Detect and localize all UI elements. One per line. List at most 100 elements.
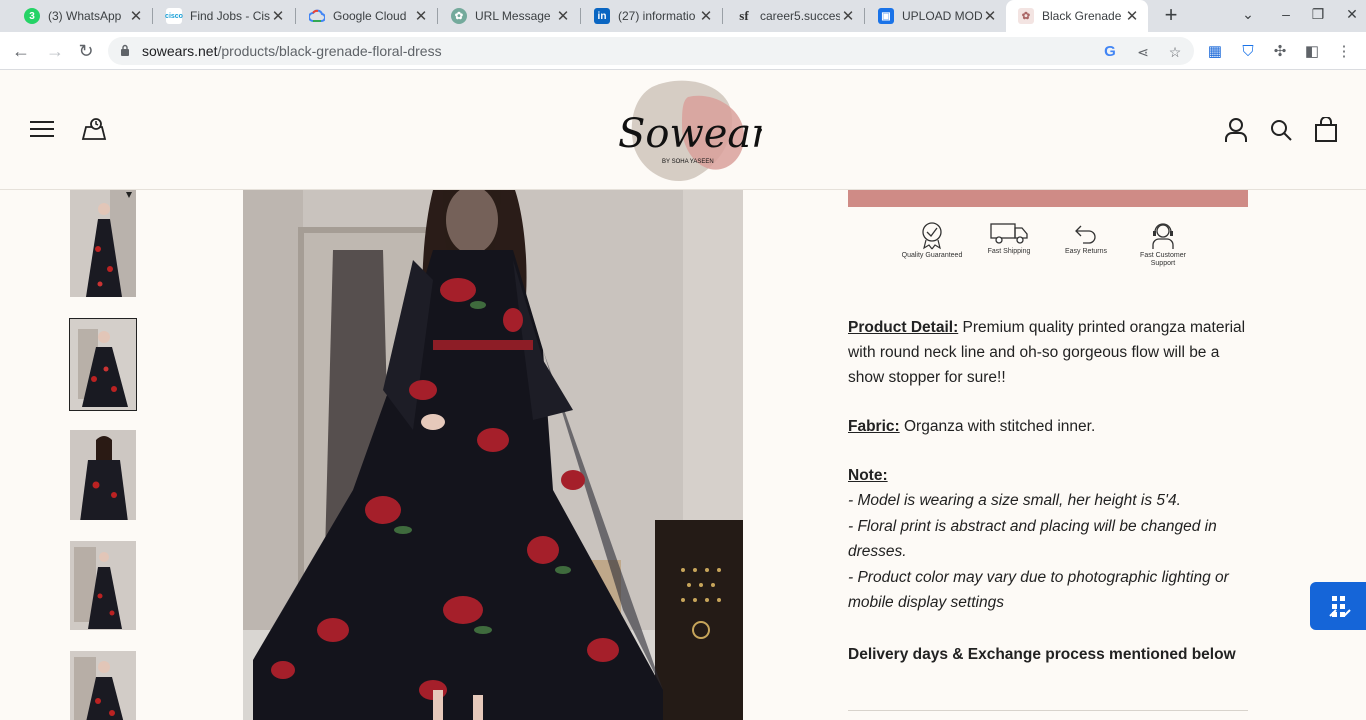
whatsapp-icon: 3 <box>24 8 40 24</box>
tab-title: Find Jobs - Cis <box>190 9 270 23</box>
order-tracking-icon[interactable] <box>80 115 108 143</box>
browser-tab[interactable]: ▣ UPLOAD MODI ✕ <box>866 0 1006 32</box>
sowears-logo[interactable]: Sowears BY SOHA YASEEN <box>612 77 762 185</box>
successfactors-icon: sf <box>739 8 749 23</box>
close-tab-icon[interactable]: ✕ <box>698 7 714 25</box>
lock-icon <box>121 44 129 56</box>
close-window-icon[interactable]: ✕ <box>1342 6 1362 23</box>
tab-title: (27) informatio <box>618 9 696 23</box>
browser-tab[interactable]: sf career5.succes ✕ <box>724 0 864 32</box>
product-thumbnail[interactable] <box>69 190 137 298</box>
badge-label: Quality Guaranteed <box>901 252 963 259</box>
puzzle-icon[interactable]: ✣ <box>1270 42 1290 62</box>
bookmark-star-icon[interactable]: ☆ <box>1166 43 1184 61</box>
note-item: - Floral print is abstract and placing w… <box>848 517 1217 561</box>
quality-icon <box>922 222 942 250</box>
quality-badge: Quality Guaranteed <box>900 220 964 260</box>
forward-icon[interactable]: → <box>44 40 66 62</box>
tab-title: Google Cloud <box>333 9 407 23</box>
new-tab-button[interactable]: + <box>1160 4 1182 28</box>
side-panel-icon[interactable]: ◧ <box>1302 42 1322 62</box>
browser-tab[interactable]: in (27) informatio ✕ <box>582 0 722 32</box>
cart-icon[interactable] <box>1314 117 1338 143</box>
url-path: /products/black-grenade-floral-dress <box>217 43 442 59</box>
tab-separator <box>722 8 723 24</box>
close-tab-icon[interactable]: ✕ <box>840 7 856 25</box>
close-tab-icon[interactable]: ✕ <box>270 7 286 25</box>
badge-label: Easy Returns <box>1064 248 1108 255</box>
product-thumbnail[interactable] <box>69 650 137 720</box>
shield-icon[interactable]: ⛉ <box>1238 42 1258 62</box>
menu-dots-icon[interactable]: ⋮ <box>1334 42 1354 62</box>
fabric-label: Fabric: <box>848 418 900 435</box>
browser-tab-active[interactable]: ✿ Black Grenade ✕ <box>1006 0 1148 32</box>
badge-label: Fast Customer Support <box>1140 252 1186 267</box>
product-thumbnail-selected[interactable] <box>69 318 137 411</box>
tab-title: UPLOAD MODI <box>902 9 982 23</box>
extension-grid-icon[interactable]: ▦ <box>1205 42 1225 62</box>
tab-separator <box>864 8 865 24</box>
chatgpt-icon: ✿ <box>451 8 467 24</box>
browser-tab-strip: 3 (3) WhatsApp ✕ cisco Find Jobs - Cis ✕… <box>0 0 1366 32</box>
tab-separator <box>437 8 438 24</box>
browser-tab[interactable]: Google Cloud ✕ <box>297 0 437 32</box>
tab-separator <box>152 8 153 24</box>
tab-title: Black Grenade <box>1042 9 1122 23</box>
linkedin-icon: in <box>594 8 610 24</box>
fabric-paragraph: Fabric: Organza with stitched inner. <box>848 414 1248 439</box>
product-thumbnail[interactable] <box>69 540 137 631</box>
support-badge: Fast Customer Support <box>1131 220 1195 268</box>
site-header: Sowears BY SOHA YASEEN <box>0 71 1366 190</box>
fabric-text: Organza with stitched inner. <box>899 418 1096 435</box>
google-cloud-icon <box>309 8 325 24</box>
add-to-cart-button[interactable] <box>848 190 1248 207</box>
url-text: sowears.net/products/black-grenade-flora… <box>142 43 442 59</box>
note-item: - Model is wearing a size small, her hei… <box>848 492 1181 509</box>
close-tab-icon[interactable]: ✕ <box>982 7 998 25</box>
tab-separator <box>295 8 296 24</box>
close-tab-icon[interactable]: ✕ <box>413 7 429 25</box>
share-icon[interactable]: ⋖ <box>1134 43 1152 61</box>
account-icon[interactable] <box>1224 117 1248 143</box>
close-tab-icon[interactable]: ✕ <box>555 7 571 25</box>
thumbnail-gallery <box>68 190 138 720</box>
product-detail-paragraph: Product Detail: Premium quality printed … <box>848 315 1248 390</box>
close-tab-icon[interactable]: ✕ <box>128 7 144 25</box>
returns-badge: Easy Returns <box>1054 220 1118 256</box>
reload-icon[interactable]: ↻ <box>75 40 97 62</box>
google-icon[interactable]: G <box>1101 43 1119 61</box>
search-icon[interactable] <box>1269 117 1293 143</box>
menu-icon[interactable] <box>30 121 54 137</box>
back-icon[interactable]: ← <box>10 40 32 62</box>
tab-separator <box>580 8 581 24</box>
browser-toolbar: ← → ↻ sowears.net/products/black-grenade… <box>0 32 1366 70</box>
delivery-heading: Delivery days & Exchange process mention… <box>848 645 1236 663</box>
restore-icon[interactable]: ❐ <box>1308 6 1328 23</box>
shipping-badge: Fast Shipping <box>977 220 1041 256</box>
product-detail-label: Product Detail: <box>848 319 959 336</box>
tab-search-icon[interactable]: ⌄ <box>1238 6 1258 23</box>
note-item: - Product color may vary due to photogra… <box>848 568 1229 612</box>
contact-card-icon: ▣ <box>878 8 894 24</box>
product-description: Product Detail: Premium quality printed … <box>848 315 1248 667</box>
brand-name: Sowears <box>618 111 762 157</box>
note-label: Note: <box>848 467 888 484</box>
product-thumbnail[interactable] <box>69 429 137 521</box>
sowears-icon: ✿ <box>1018 8 1034 24</box>
badge-label: Fast Shipping <box>987 248 1031 255</box>
browser-tab[interactable]: cisco Find Jobs - Cis ✕ <box>154 0 294 32</box>
floating-widget-button[interactable] <box>1310 582 1366 630</box>
trust-badges: Quality Guaranteed Fast Shipping Easy Re… <box>900 220 1200 276</box>
address-bar[interactable]: sowears.net/products/black-grenade-flora… <box>108 37 1194 65</box>
url-domain: sowears.net <box>142 43 218 59</box>
tab-title: career5.succes <box>760 9 840 23</box>
section-divider <box>848 710 1248 711</box>
close-tab-icon[interactable]: ✕ <box>1124 7 1140 25</box>
browser-tab[interactable]: 3 (3) WhatsApp ✕ <box>12 0 152 32</box>
tab-title: URL Message <box>475 9 551 23</box>
main-product-image[interactable] <box>243 190 743 720</box>
tab-title: (3) WhatsApp <box>48 9 122 23</box>
minimize-icon[interactable]: – <box>1276 6 1296 22</box>
return-icon <box>1075 225 1096 244</box>
browser-tab[interactable]: ✿ URL Message ✕ <box>439 0 579 32</box>
